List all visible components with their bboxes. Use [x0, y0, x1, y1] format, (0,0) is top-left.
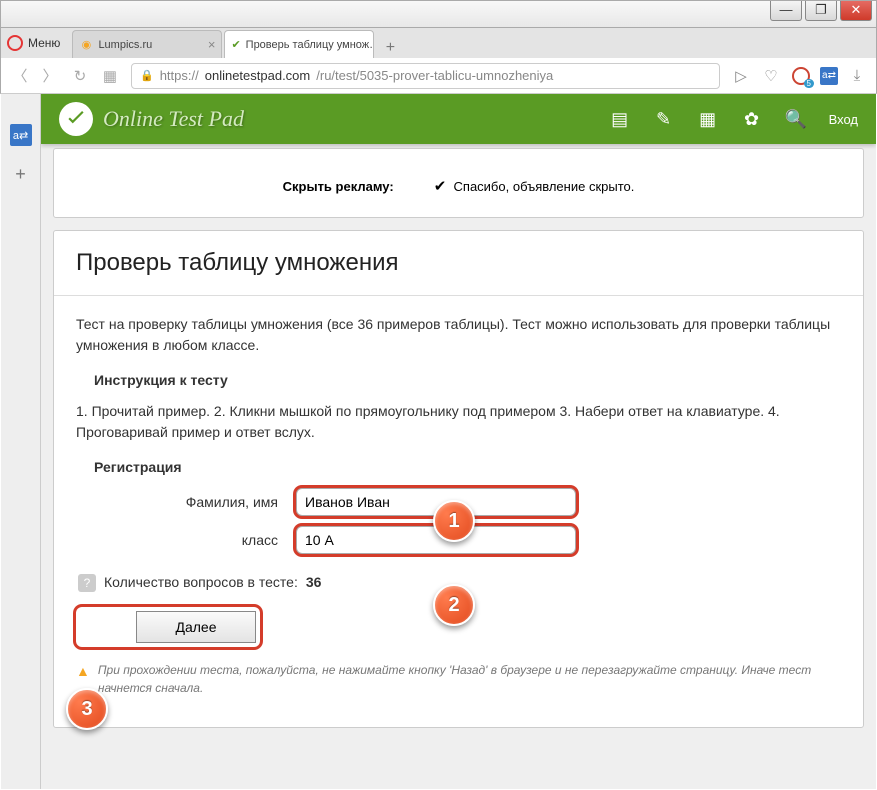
- new-tab-button[interactable]: +: [380, 38, 400, 58]
- extension-icon[interactable]: a⇄: [820, 67, 838, 85]
- sidebar-extension-icon[interactable]: a⇄: [10, 124, 32, 146]
- site-header: Online Test Pad ▤ ✎ ▦ ✿ 🔍 Вход: [41, 94, 876, 144]
- check-icon: ✔: [434, 178, 447, 195]
- callout-3: 3: [66, 688, 108, 730]
- question-count-value: 36: [306, 572, 322, 593]
- opera-menu-button[interactable]: Меню: [1, 28, 70, 58]
- page-viewport: Online Test Pad ▤ ✎ ▦ ✿ 🔍 Вход Скрыть ре…: [41, 94, 876, 789]
- url-prefix: https://: [160, 68, 199, 83]
- tab-title-2: Проверь таблицу умнож…: [246, 39, 375, 51]
- back-icon[interactable]: 〈: [11, 65, 29, 86]
- menu-label: Меню: [28, 36, 60, 50]
- opera-logo-icon: [7, 35, 23, 51]
- test-description: Тест на проверку таблицы умножения (все …: [76, 314, 841, 356]
- window-minimize-button[interactable]: —: [770, 1, 802, 21]
- nav-clover-icon[interactable]: ✿: [741, 109, 763, 130]
- forward-icon[interactable]: 〉: [41, 65, 59, 86]
- browser-sidebar: a⇄ +: [1, 94, 41, 789]
- registration-title: Регистрация: [94, 457, 841, 478]
- site-title: Online Test Pad: [103, 106, 244, 132]
- nav-check-icon[interactable]: ✎: [653, 109, 675, 130]
- ad-banner: Скрыть рекламу: ✔ Спасибо, объявление ск…: [53, 148, 864, 218]
- sidebar-add-button[interactable]: +: [15, 164, 26, 185]
- bookmark-icon[interactable]: ♡: [762, 67, 780, 85]
- callout-2: 2: [433, 584, 475, 626]
- warning-text: При прохождении теста, пожалуйста, не на…: [98, 661, 841, 697]
- instruction-text: 1. Прочитай пример. 2. Кликни мышкой по …: [76, 401, 841, 443]
- login-link[interactable]: Вход: [829, 112, 858, 127]
- next-button[interactable]: Далее: [136, 611, 256, 643]
- browser-tab-1[interactable]: ◉ Lumpics.ru ×: [72, 30, 222, 58]
- nav-grid-icon[interactable]: ▦: [697, 109, 719, 130]
- callout-1: 1: [433, 500, 475, 542]
- url-input[interactable]: 🔒 https:// onlinetestpad.com/ru/test/5035…: [131, 63, 720, 89]
- tab-favicon-1: ◉: [79, 38, 93, 52]
- url-path: /ru/test/5035-prover-tablicu-umnozheniya: [316, 68, 553, 83]
- instruction-title: Инструкция к тесту: [94, 370, 841, 391]
- window-titlebar: — ❐ ✕: [0, 0, 877, 28]
- vpn-icon[interactable]: ▷: [732, 67, 750, 85]
- window-maximize-button[interactable]: ❐: [805, 1, 837, 21]
- window-close-button[interactable]: ✕: [840, 1, 872, 21]
- nav-docs-icon[interactable]: ▤: [609, 109, 631, 130]
- address-bar: 〈 〉 ↻ ▦ 🔒 https:// onlinetestpad.com/ru/t…: [0, 58, 877, 94]
- site-logo-icon[interactable]: [59, 102, 93, 136]
- adblock-icon[interactable]: 5: [792, 67, 810, 85]
- question-count-label: Количество вопросов в тесте:: [104, 572, 298, 593]
- help-icon[interactable]: ?: [78, 574, 96, 592]
- adblock-count: 5: [804, 79, 814, 88]
- tab-title-1: Lumpics.ru: [98, 39, 152, 51]
- class-label: класс: [76, 530, 296, 551]
- browser-tab-2[interactable]: ✔ Проверь таблицу умнож… ×: [224, 30, 374, 58]
- ad-hide-label: Скрыть рекламу:: [283, 179, 394, 194]
- lock-icon: 🔒: [140, 69, 154, 82]
- tab-close-1[interactable]: ×: [208, 37, 216, 52]
- tab-favicon-2: ✔: [231, 38, 240, 52]
- page-heading: Проверь таблицу умножения: [54, 231, 863, 296]
- name-label: Фамилия, имя: [76, 492, 296, 513]
- ad-thanks-text: Спасибо, объявление скрыто.: [454, 179, 635, 194]
- downloads-icon[interactable]: ⤓: [848, 67, 866, 84]
- search-icon[interactable]: 🔍: [785, 109, 807, 130]
- speed-dial-icon[interactable]: ▦: [101, 67, 119, 85]
- url-domain: onlinetestpad.com: [205, 68, 311, 83]
- next-button-highlight: Далее: [76, 607, 260, 647]
- content-card: Проверь таблицу умножения Тест на провер…: [53, 230, 864, 728]
- browser-tab-bar: Меню ◉ Lumpics.ru × ✔ Проверь таблицу ум…: [0, 28, 877, 58]
- reload-icon[interactable]: ↻: [71, 67, 89, 85]
